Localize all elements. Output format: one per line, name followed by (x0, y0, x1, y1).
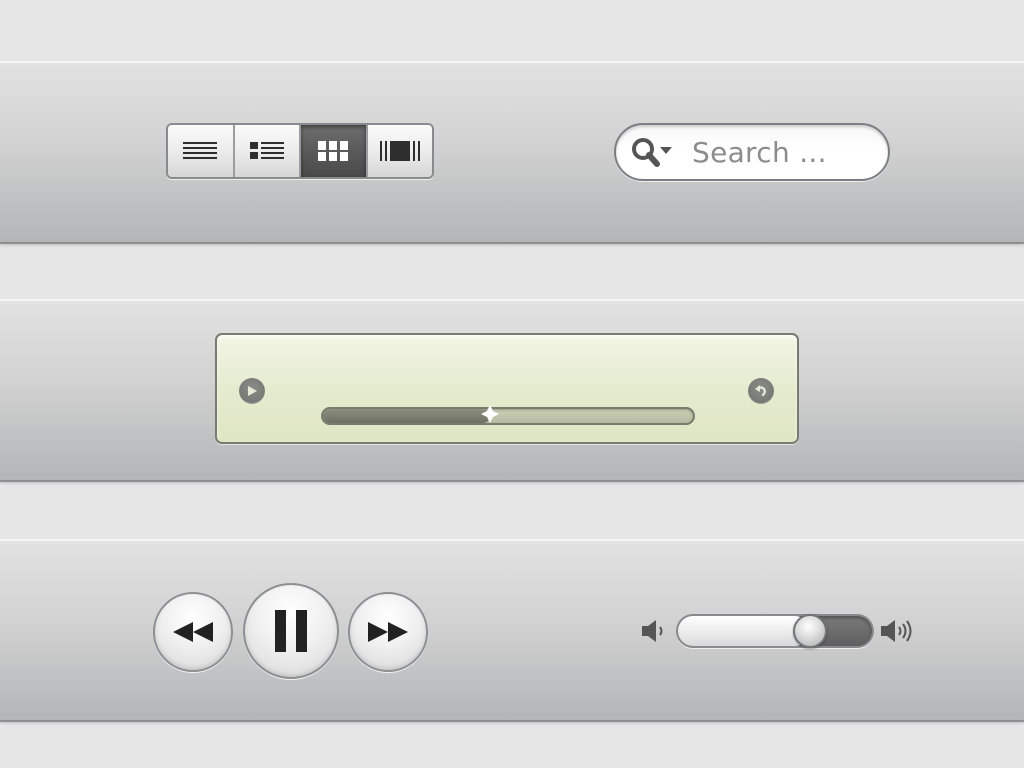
view-switcher (166, 123, 434, 179)
playback-scrubber-handle[interactable] (480, 405, 499, 423)
fast-forward-button[interactable] (348, 592, 428, 672)
volume-knob[interactable] (792, 614, 827, 648)
playback-progress-fill (323, 409, 490, 423)
search-field[interactable]: Search ... (614, 123, 890, 181)
search-input[interactable]: Search ... (692, 136, 827, 169)
list-view-button[interactable] (168, 125, 235, 177)
repeat-icon (755, 385, 766, 397)
pause-button[interactable] (243, 583, 339, 679)
grid-view-button[interactable] (301, 125, 368, 177)
play-icon (248, 386, 257, 396)
pause-icon (275, 610, 307, 652)
volume-low-icon[interactable] (641, 617, 667, 645)
volume-fill (678, 616, 810, 646)
fast-forward-icon (368, 622, 408, 642)
playback-progress-bar[interactable] (321, 405, 695, 425)
cover-flow-view-button[interactable] (367, 125, 432, 177)
display-repeat-button[interactable] (748, 378, 774, 404)
playback-display (215, 333, 799, 444)
rewind-button[interactable] (153, 592, 233, 672)
detailed-list-view-icon (249, 142, 284, 159)
search-icon[interactable] (630, 135, 672, 169)
cover-flow-view-icon (379, 141, 420, 161)
grid-view-icon (318, 141, 349, 161)
detailed-list-view-button[interactable] (234, 125, 301, 177)
list-view-icon (183, 142, 218, 159)
volume-slider[interactable] (676, 614, 874, 648)
volume-high-icon[interactable] (880, 617, 916, 645)
rewind-icon (173, 622, 213, 642)
display-play-button[interactable] (239, 378, 265, 404)
